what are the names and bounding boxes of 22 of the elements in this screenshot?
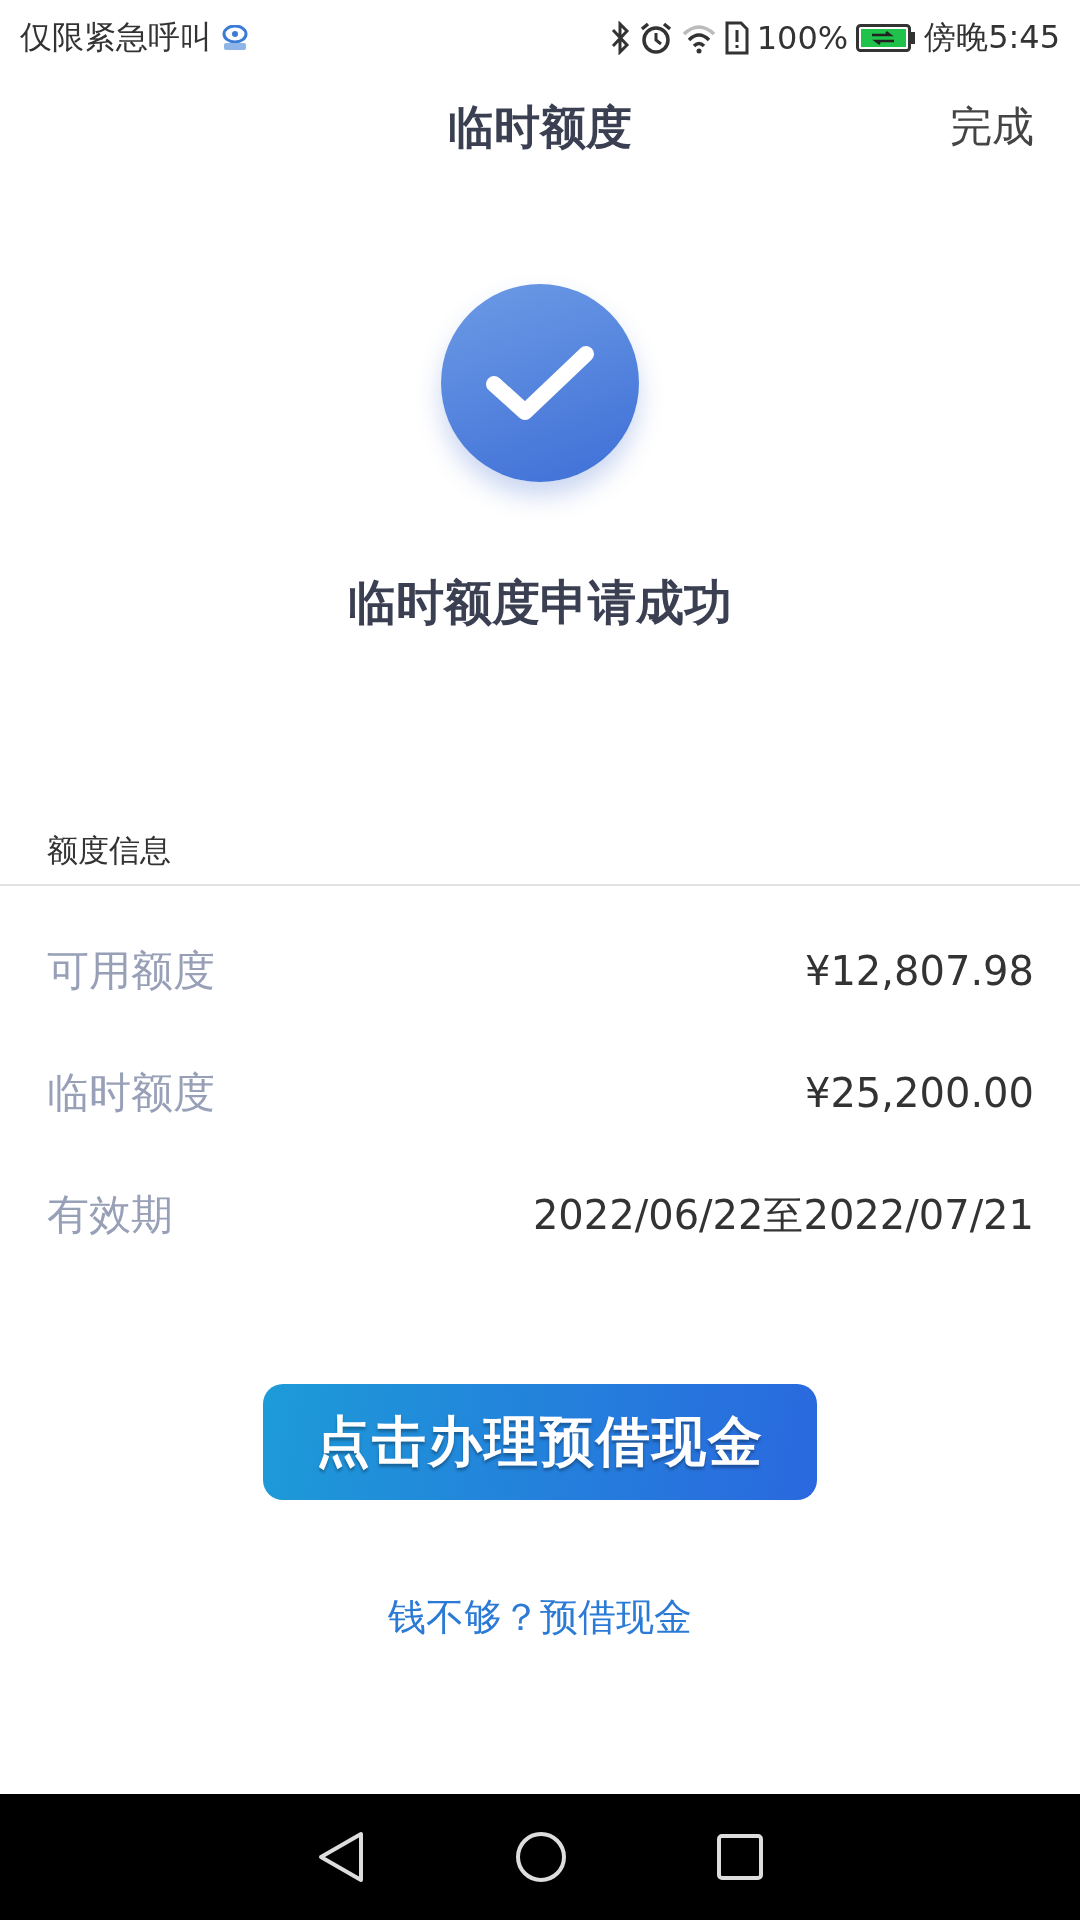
back-icon[interactable] — [317, 1831, 365, 1883]
info-label: 有效期 — [47, 1189, 173, 1241]
clock-time: 傍晚5:45 — [924, 16, 1060, 58]
app-logo-icon — [220, 24, 250, 51]
info-value: ¥12,807.98 — [804, 948, 1034, 994]
info-label: 可用额度 — [47, 945, 215, 997]
page-title: 临时额度 — [448, 99, 632, 156]
recents-icon[interactable] — [717, 1834, 763, 1880]
success-message: 临时额度申请成功 — [348, 573, 732, 632]
battery-charging-icon — [856, 23, 917, 52]
carrier-text: 仅限紧急呼叫 — [20, 16, 212, 58]
sim-alert-icon — [724, 20, 749, 55]
info-label: 临时额度 — [47, 1067, 215, 1119]
battery-percent: 100% — [756, 18, 849, 57]
section-title: 额度信息 — [47, 831, 171, 870]
cash-advance-link[interactable]: 钱不够？预借现金 — [388, 1592, 692, 1642]
info-value: ¥25,200.00 — [804, 1070, 1034, 1116]
done-button[interactable]: 完成 — [950, 99, 1034, 155]
alarm-icon — [638, 20, 673, 55]
home-icon[interactable] — [515, 1831, 567, 1883]
info-value: 2022/06/22至2022/07/21 — [532, 1190, 1034, 1240]
cash-advance-button[interactable]: 点击办理预借现金 — [263, 1384, 817, 1500]
